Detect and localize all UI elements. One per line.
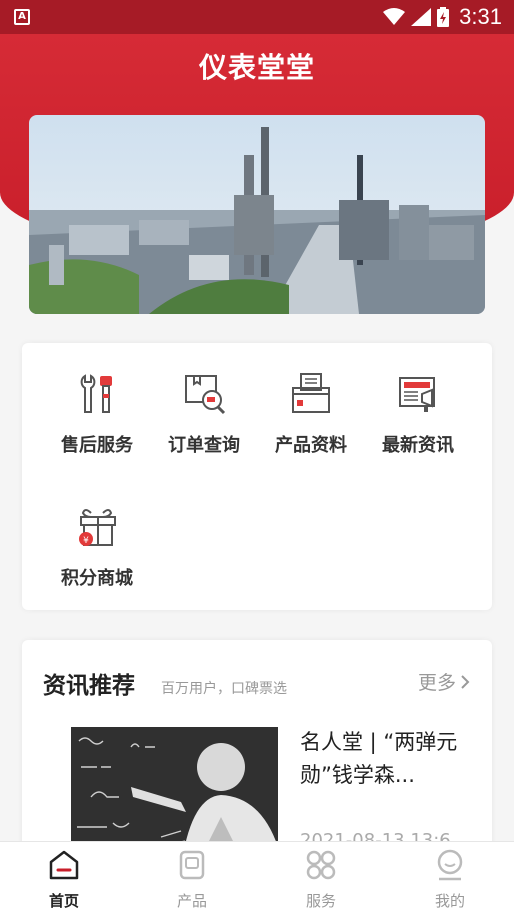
news-section-title: 资讯推荐 <box>43 673 135 699</box>
function-grid: 售后服务 订单查询 产品资料 最新资讯 ¥ 积分商城 <box>22 343 492 610</box>
news-headline[interactable]: 名人堂 | “两弹元勋”钱学森... <box>300 726 470 792</box>
bottom-tab-bar: 首页 产品 服务 我的 <box>0 841 514 912</box>
func-label: 产品资料 <box>275 435 347 456</box>
chevron-right-icon <box>461 674 470 689</box>
news-icon <box>399 377 435 412</box>
tab-label: 服务 <box>305 892 336 910</box>
battery-icon <box>437 7 450 27</box>
product-docs-icon <box>292 373 330 413</box>
tools-icon <box>80 374 112 413</box>
signal-icon <box>411 8 432 26</box>
app-notification-icon: A <box>14 9 30 25</box>
func-label: 积分商城 <box>61 568 133 589</box>
tab-services[interactable]: 服务 <box>281 848 361 911</box>
func-label: 订单查询 <box>168 435 240 456</box>
services-icon <box>306 850 336 880</box>
news-section: 资讯推荐 百万用户，口碑票选 更多 名人堂 | “两弹元勋”钱学森... 202… <box>22 640 492 860</box>
wifi-icon <box>383 8 406 25</box>
home-icon <box>49 850 79 880</box>
gift-icon: ¥ <box>79 509 116 546</box>
clock: 3:31 <box>459 4 502 29</box>
func-label: 最新资讯 <box>382 435 454 456</box>
banner-image[interactable] <box>29 115 485 314</box>
status-icons: 3:31 <box>383 3 502 31</box>
func-product-docs[interactable]: 产品资料 <box>256 370 366 457</box>
news-section-subtitle: 百万用户，口碑票选 <box>161 681 287 697</box>
func-order-search[interactable]: 订单查询 <box>149 370 259 457</box>
more-label: 更多 <box>417 672 456 694</box>
tab-home[interactable]: 首页 <box>24 848 104 911</box>
tab-label: 我的 <box>434 892 465 910</box>
svg-text:¥: ¥ <box>83 536 89 546</box>
func-after-sales[interactable]: 售后服务 <box>42 370 152 457</box>
tab-products[interactable]: 产品 <box>152 848 232 911</box>
status-bar: A 3:31 <box>0 0 514 34</box>
more-link[interactable]: 更多 <box>418 668 470 695</box>
order-search-icon <box>185 375 226 415</box>
tab-mine[interactable]: 我的 <box>410 848 490 911</box>
func-latest-news[interactable]: 最新资讯 <box>363 370 473 457</box>
func-points-mall[interactable]: ¥ 积分商城 <box>42 503 152 590</box>
profile-icon <box>437 849 463 881</box>
page-title: 仪表堂堂 <box>198 51 315 84</box>
tab-label: 产品 <box>176 892 207 910</box>
product-icon <box>179 850 205 880</box>
tab-label: 首页 <box>48 892 79 910</box>
func-label: 售后服务 <box>61 435 133 456</box>
